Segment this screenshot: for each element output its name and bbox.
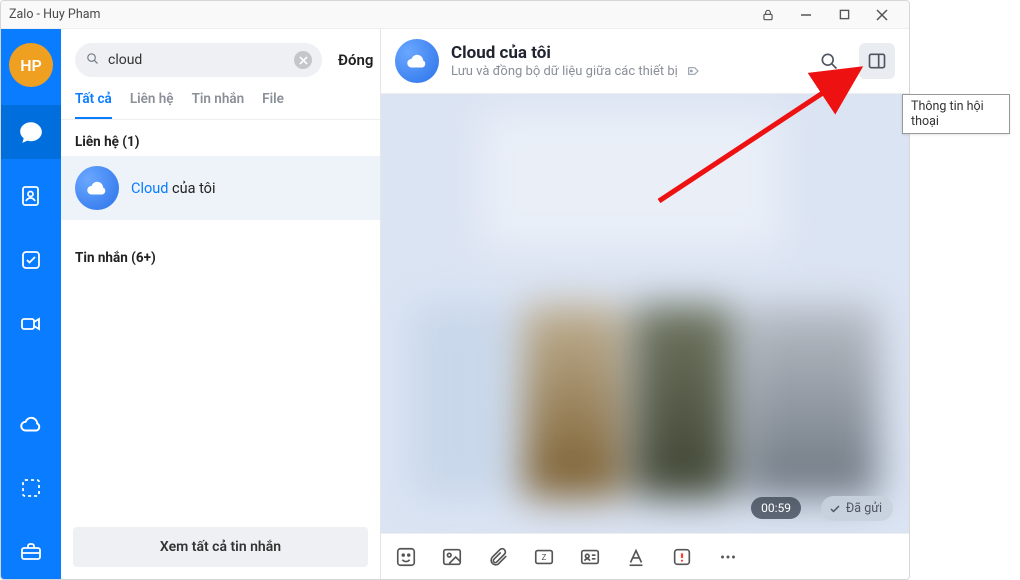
search-highlight: Cloud <box>131 180 168 197</box>
chat-title: Cloud của tôi <box>451 43 799 63</box>
contact-item-my-cloud[interactable]: Cloud của tôi <box>61 156 380 220</box>
lock-icon[interactable] <box>749 1 787 29</box>
rail-contacts-button[interactable] <box>1 169 61 223</box>
tab-file[interactable]: File <box>262 91 284 119</box>
messages-section-header: Tin nhắn (6+) <box>61 236 380 272</box>
contact-name: Cloud của tôi <box>131 180 215 197</box>
titlebar: Zalo - Huy Pham <box>1 1 909 29</box>
tooltip-info-panel: Thông tin hội thoại <box>902 94 1010 134</box>
chat-body[interactable]: 00:59 Đã gửi <box>381 94 909 533</box>
message-time: 00:59 <box>751 497 801 519</box>
rail-todo-button[interactable] <box>1 233 61 287</box>
cloud-icon <box>395 39 439 83</box>
message-status: Đã gửi <box>821 496 893 521</box>
chat-search-button[interactable] <box>811 43 847 79</box>
chat-input-toolbar: Z <box>381 533 909 579</box>
app-window: Zalo - Huy Pham HP <box>0 0 910 580</box>
cancel-search-button[interactable]: Đóng <box>332 51 379 69</box>
chat-header: Cloud của tôi Lưu và đồng bộ dữ liệu giữ… <box>381 29 909 94</box>
rail-capture-button[interactable] <box>1 461 61 515</box>
chat-subtitle: Lưu và đồng bộ dữ liệu giữa các thiết bị <box>451 63 799 79</box>
more-button[interactable] <box>715 544 741 570</box>
toggle-info-panel-button[interactable] <box>859 43 895 79</box>
see-all-messages-button[interactable]: Xem tất cả tin nhắn <box>73 527 368 567</box>
chat-pane: Cloud của tôi Lưu và đồng bộ dữ liệu giữ… <box>381 29 909 579</box>
search-input[interactable] <box>108 52 286 68</box>
search-box[interactable] <box>75 43 322 77</box>
window-title: Zalo - Huy Pham <box>9 7 749 22</box>
blurred-preview <box>381 94 909 533</box>
sticker-button[interactable] <box>393 544 419 570</box>
tab-all[interactable]: Tất cả <box>75 91 112 119</box>
cloud-icon <box>75 166 119 210</box>
close-button[interactable] <box>863 1 901 29</box>
rail-cloud-button[interactable] <box>1 397 61 451</box>
search-tabs: Tất cả Liên hệ Tin nhắn File <box>61 83 380 120</box>
app-body: HP <box>1 29 909 579</box>
rail-video-button[interactable] <box>1 297 61 351</box>
priority-button[interactable] <box>669 544 695 570</box>
clear-search-icon[interactable] <box>294 51 312 69</box>
tab-messages[interactable]: Tin nhắn <box>192 91 245 119</box>
search-panel: Đóng Tất cả Liên hệ Tin nhắn File Liên h… <box>61 29 381 579</box>
tab-contacts[interactable]: Liên hệ <box>130 91 174 119</box>
rail-toolbox-button[interactable] <box>1 525 61 579</box>
format-button[interactable] <box>623 544 649 570</box>
contacts-section-header: Liên hệ (1) <box>61 120 380 156</box>
attach-button[interactable] <box>485 544 511 570</box>
avatar[interactable]: HP <box>9 43 53 87</box>
maximize-button[interactable] <box>825 1 863 29</box>
minimize-button[interactable] <box>787 1 825 29</box>
svg-text:Z: Z <box>542 552 547 562</box>
image-button[interactable] <box>439 544 465 570</box>
tag-icon[interactable] <box>686 63 702 79</box>
namecard-button[interactable] <box>577 544 603 570</box>
screenshot-button[interactable]: Z <box>531 544 557 570</box>
nav-rail: HP <box>1 29 61 579</box>
search-icon <box>85 51 100 70</box>
search-row: Đóng <box>61 29 380 83</box>
rail-chat-button[interactable] <box>1 105 61 159</box>
